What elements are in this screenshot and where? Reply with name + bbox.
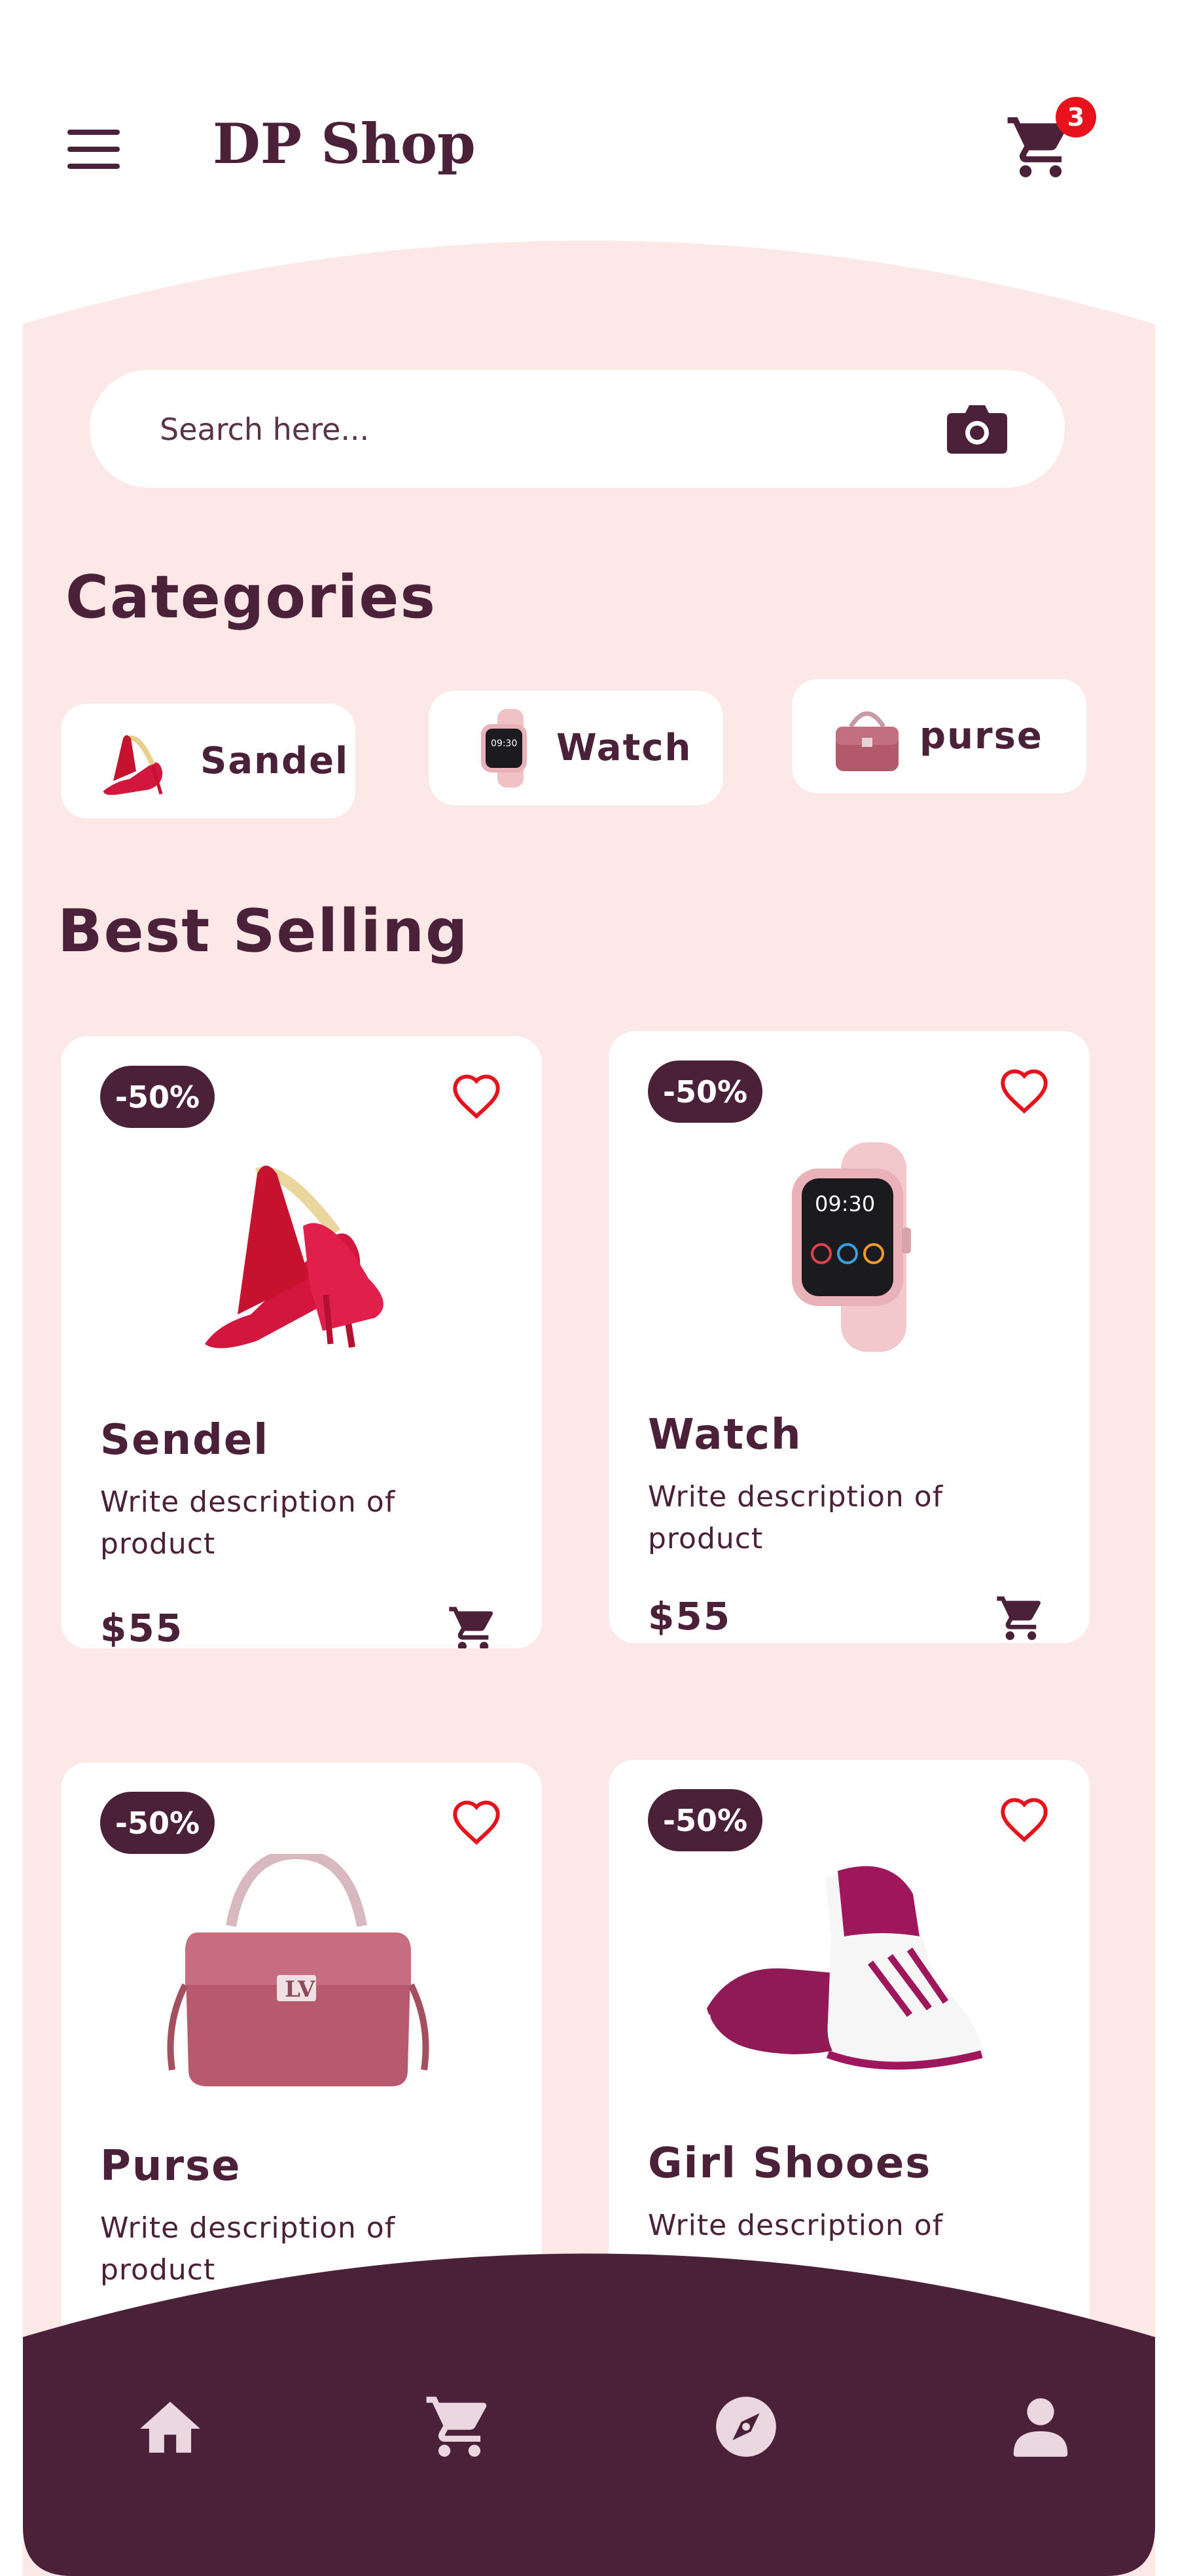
product-image-purse: LV xyxy=(167,1854,429,2086)
category-label: purse xyxy=(919,715,1043,757)
purse-icon xyxy=(836,711,899,771)
best-selling-title: Best Selling xyxy=(58,897,469,966)
camera-icon[interactable] xyxy=(947,404,1007,454)
product-name: Girl Shooes xyxy=(648,2139,932,2188)
product-description: Write description of product xyxy=(648,1480,944,1555)
category-chip-watch[interactable]: 09:30 Watch xyxy=(429,691,723,805)
product-description: Write description of xyxy=(648,2209,944,2242)
heels-icon xyxy=(103,735,163,795)
home-icon[interactable] xyxy=(134,2393,206,2465)
svg-text:LV: LV xyxy=(285,1976,315,2003)
compass-icon[interactable] xyxy=(710,2391,782,2463)
heart-icon[interactable] xyxy=(998,1796,1050,1843)
product-name: Purse xyxy=(100,2142,241,2190)
product-price: $55 xyxy=(100,1606,184,1648)
add-to-cart-icon[interactable] xyxy=(447,1603,499,1648)
search-bar xyxy=(90,370,1065,489)
heart-icon[interactable] xyxy=(998,1067,1050,1114)
cart-icon[interactable] xyxy=(423,2391,495,2463)
product-card-sendel[interactable]: -50% Sendel Write description of product… xyxy=(61,1036,542,1648)
product-image-heels xyxy=(205,1165,384,1349)
discount-badge: -50% xyxy=(648,1789,762,1851)
categories-title: Categories xyxy=(65,563,437,632)
product-description: Write description of product xyxy=(100,1485,396,1561)
category-chip-sandel[interactable]: Sandel xyxy=(61,704,355,818)
svg-text:09:30: 09:30 xyxy=(815,1191,875,1216)
product-image-watch: 09:30 xyxy=(792,1142,911,1352)
discount-badge: -50% xyxy=(100,1066,215,1128)
product-price: $55 xyxy=(648,1594,732,1639)
cart-count-badge: 3 xyxy=(1056,97,1096,137)
header: DP Shop 3 xyxy=(0,0,1178,242)
category-chip-purse[interactable]: purse xyxy=(792,679,1086,793)
watch-icon: 09:30 xyxy=(481,708,527,788)
category-label: Sandel xyxy=(200,740,349,782)
menu-icon[interactable] xyxy=(67,130,120,169)
product-name: Watch xyxy=(648,1411,802,1459)
svg-text:09:30: 09:30 xyxy=(491,738,517,749)
heart-icon[interactable] xyxy=(450,1798,503,1845)
discount-badge: -50% xyxy=(100,1792,215,1854)
product-card-watch[interactable]: -50% 09:30 Watch Write description of pr… xyxy=(609,1031,1090,1643)
heart-icon[interactable] xyxy=(450,1072,503,1119)
bottom-nav xyxy=(23,2252,1155,2576)
profile-icon[interactable] xyxy=(1005,2391,1077,2463)
discount-badge: -50% xyxy=(648,1061,762,1123)
search-input[interactable] xyxy=(158,370,881,489)
add-to-cart-icon[interactable] xyxy=(995,1592,1047,1643)
category-label: Watch xyxy=(556,727,692,769)
product-image-sneakers xyxy=(704,1866,983,2070)
app-title: DP Shop xyxy=(213,111,476,176)
product-name: Sendel xyxy=(100,1416,270,1464)
